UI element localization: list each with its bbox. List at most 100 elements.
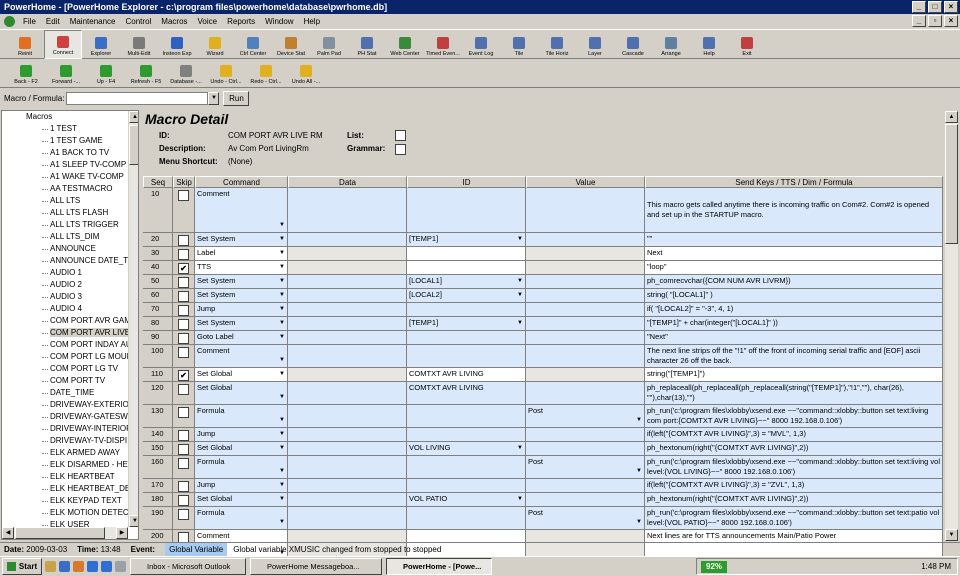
data-cell[interactable]	[288, 247, 407, 260]
formula-cell[interactable]: "loop"	[645, 261, 943, 274]
table-row[interactable]: 90 Goto Label ▼ "Next"	[143, 331, 943, 345]
tree-scroll-up[interactable]: ▲	[129, 111, 138, 123]
toolbar-layer-button[interactable]: Layer	[576, 30, 614, 59]
toolbar-cascade-button[interactable]: Cascade	[614, 30, 652, 59]
inner-close-button[interactable]: ×	[944, 15, 958, 27]
tree-item[interactable]: COM PORT AVR GAM	[2, 315, 138, 327]
quicklaunch-explorer-icon[interactable]	[45, 561, 56, 572]
command-cell[interactable]: TTS ▼	[195, 261, 288, 274]
command-dropdown-icon[interactable]: ▼	[279, 262, 285, 272]
tree-item[interactable]: ELK HEARTBEAT_DE	[2, 483, 138, 495]
command-dropdown-icon[interactable]: ▼	[279, 318, 285, 328]
grid-scroll-up[interactable]: ▲	[945, 111, 958, 123]
command-cell[interactable]: Goto Label ▼	[195, 331, 288, 344]
data-cell[interactable]	[288, 479, 407, 492]
toolbar-ctrl-center-button[interactable]: Ctrl Center	[234, 30, 272, 59]
toolbar-connect-button[interactable]: Connect	[44, 30, 82, 59]
tree-item[interactable]: COM PORT AVR LIVE	[2, 327, 138, 339]
command-dropdown-icon[interactable]: ▼	[279, 290, 285, 300]
column-header-data[interactable]: Data	[288, 176, 407, 188]
tree-item[interactable]: 1 TEST GAME	[2, 135, 138, 147]
data-cell[interactable]	[288, 317, 407, 330]
id-cell[interactable]	[407, 428, 526, 441]
data-cell[interactable]	[288, 493, 407, 506]
tree-item[interactable]: ELK ARMED AWAY	[2, 447, 138, 459]
skip-cell[interactable]	[173, 303, 195, 316]
id-dropdown-icon[interactable]: ▼	[517, 290, 523, 300]
table-row[interactable]: 170 Jump ▼ if(left("{COMTXT AVR LIVING}",3)…	[143, 479, 943, 493]
column-header-skip[interactable]: Skip	[173, 176, 195, 188]
value-cell[interactable]	[526, 331, 645, 344]
tree-item[interactable]: ALL LTS_DIM	[2, 231, 138, 243]
skip-checkbox[interactable]: ✔	[178, 263, 189, 274]
formula-cell[interactable]: ph_hextonum(right("{COMTXT AVR LIVING}",…	[645, 442, 943, 455]
command-cell[interactable]: Set Global ▼	[195, 382, 288, 404]
table-row[interactable]: 190 Formula ▼ Post ▼ ph_run('c:\program files…	[143, 507, 943, 530]
skip-cell[interactable]	[173, 442, 195, 455]
start-button[interactable]: Start	[2, 558, 42, 575]
command-dropdown-icon[interactable]: ▼	[279, 415, 285, 425]
table-row[interactable]: 50 Set System ▼ [LOCAL1] ▼ ph_comrecvchar({CO…	[143, 275, 943, 289]
toolbar-device-stat-button[interactable]: Device Stat	[272, 30, 310, 59]
value-cell[interactable]	[526, 247, 645, 260]
column-header-id[interactable]: ID	[407, 176, 526, 188]
skip-checkbox[interactable]	[178, 458, 189, 469]
data-cell[interactable]	[288, 345, 407, 367]
id-dropdown-icon[interactable]: ▼	[517, 494, 523, 504]
skip-cell[interactable]: ✔	[173, 368, 195, 381]
table-row[interactable]: 40 ✔ TTS ▼ "loop"	[143, 261, 943, 275]
nav-forward-button[interactable]: Forward -...	[46, 60, 86, 87]
menu-help[interactable]: Help	[299, 14, 325, 29]
table-row[interactable]: 60 Set System ▼ [LOCAL2] ▼ string( "[LOCAL1]"…	[143, 289, 943, 303]
tree-item[interactable]: A1 SLEEP TV-COMP	[2, 159, 138, 171]
menu-control[interactable]: Control	[121, 14, 157, 29]
command-cell[interactable]: Comment ▼	[195, 188, 288, 232]
command-dropdown-icon[interactable]: ▼	[279, 355, 285, 365]
skip-cell[interactable]	[173, 317, 195, 330]
skip-cell[interactable]	[173, 345, 195, 367]
tree-item[interactable]: ALL LTS FLASH	[2, 207, 138, 219]
inner-restore-button[interactable]: ▫	[928, 15, 942, 27]
description-value[interactable]: Av Com Port LivingRm	[228, 144, 309, 153]
id-cell[interactable]: VOL PATIO ▼	[407, 493, 526, 506]
grid-vertical-scrollbar[interactable]: ▲ ▼	[945, 111, 958, 541]
value-cell[interactable]	[526, 188, 645, 232]
tree-item[interactable]: ALL LTS	[2, 195, 138, 207]
table-row[interactable]: 70 Jump ▼ if( "[LOCAL2]" = "-3", 4, 1)	[143, 303, 943, 317]
tree-item[interactable]: DRIVEWAY-INTERIOF	[2, 423, 138, 435]
command-dropdown-icon[interactable]: ▼	[279, 220, 285, 230]
task-outlook[interactable]: Inbox - Microsoft Outlook	[130, 558, 246, 575]
value-cell[interactable]	[526, 442, 645, 455]
skip-checkbox[interactable]	[178, 444, 189, 455]
minimize-button[interactable]: _	[912, 1, 926, 13]
table-row[interactable]: 10 Comment ▼ This macro gets called anytime…	[143, 188, 943, 233]
tree-item[interactable]: AA TESTMACRO	[2, 183, 138, 195]
command-dropdown-icon[interactable]: ▼	[279, 248, 285, 258]
command-dropdown-icon[interactable]: ▼	[279, 517, 285, 527]
skip-checkbox[interactable]	[178, 430, 189, 441]
command-cell[interactable]: Jump ▼	[195, 303, 288, 316]
skip-checkbox[interactable]	[178, 333, 189, 344]
tree-item[interactable]: DATE_TIME	[2, 387, 138, 399]
formula-cell[interactable]: if(left("{COMTXT AVR LIVING}",3) = "ZVL"…	[645, 479, 943, 492]
toolbar-tile-button[interactable]: Tile	[500, 30, 538, 59]
run-button[interactable]: Run	[223, 90, 250, 106]
id-cell[interactable]	[407, 345, 526, 367]
command-cell[interactable]: Set System ▼	[195, 289, 288, 302]
menu-file[interactable]: File	[18, 14, 41, 29]
value-dropdown-icon[interactable]: ▼	[636, 415, 642, 425]
command-cell[interactable]: Set System ▼	[195, 275, 288, 288]
nav-database-button[interactable]: Database -...	[166, 60, 206, 87]
command-dropdown-icon[interactable]: ▼	[279, 304, 285, 314]
skip-checkbox[interactable]	[178, 407, 189, 418]
skip-checkbox[interactable]	[178, 190, 189, 201]
toolbar-palm-pad-button[interactable]: Palm Pad	[310, 30, 348, 59]
column-header-send-keys-tts-dim-formula[interactable]: Send Keys / TTS / Dim / Formula	[645, 176, 943, 188]
value-cell[interactable]: Post ▼	[526, 405, 645, 427]
skip-checkbox[interactable]	[178, 495, 189, 506]
tree-item[interactable]: DRIVEWAY-TV-DISPI	[2, 435, 138, 447]
command-dropdown-icon[interactable]: ▼	[279, 369, 285, 379]
formula-cell[interactable]: string("[TEMP1]")	[645, 368, 943, 381]
id-dropdown-icon[interactable]: ▼	[517, 276, 523, 286]
toolbar-tile-horiz-button[interactable]: Tile Horiz	[538, 30, 576, 59]
